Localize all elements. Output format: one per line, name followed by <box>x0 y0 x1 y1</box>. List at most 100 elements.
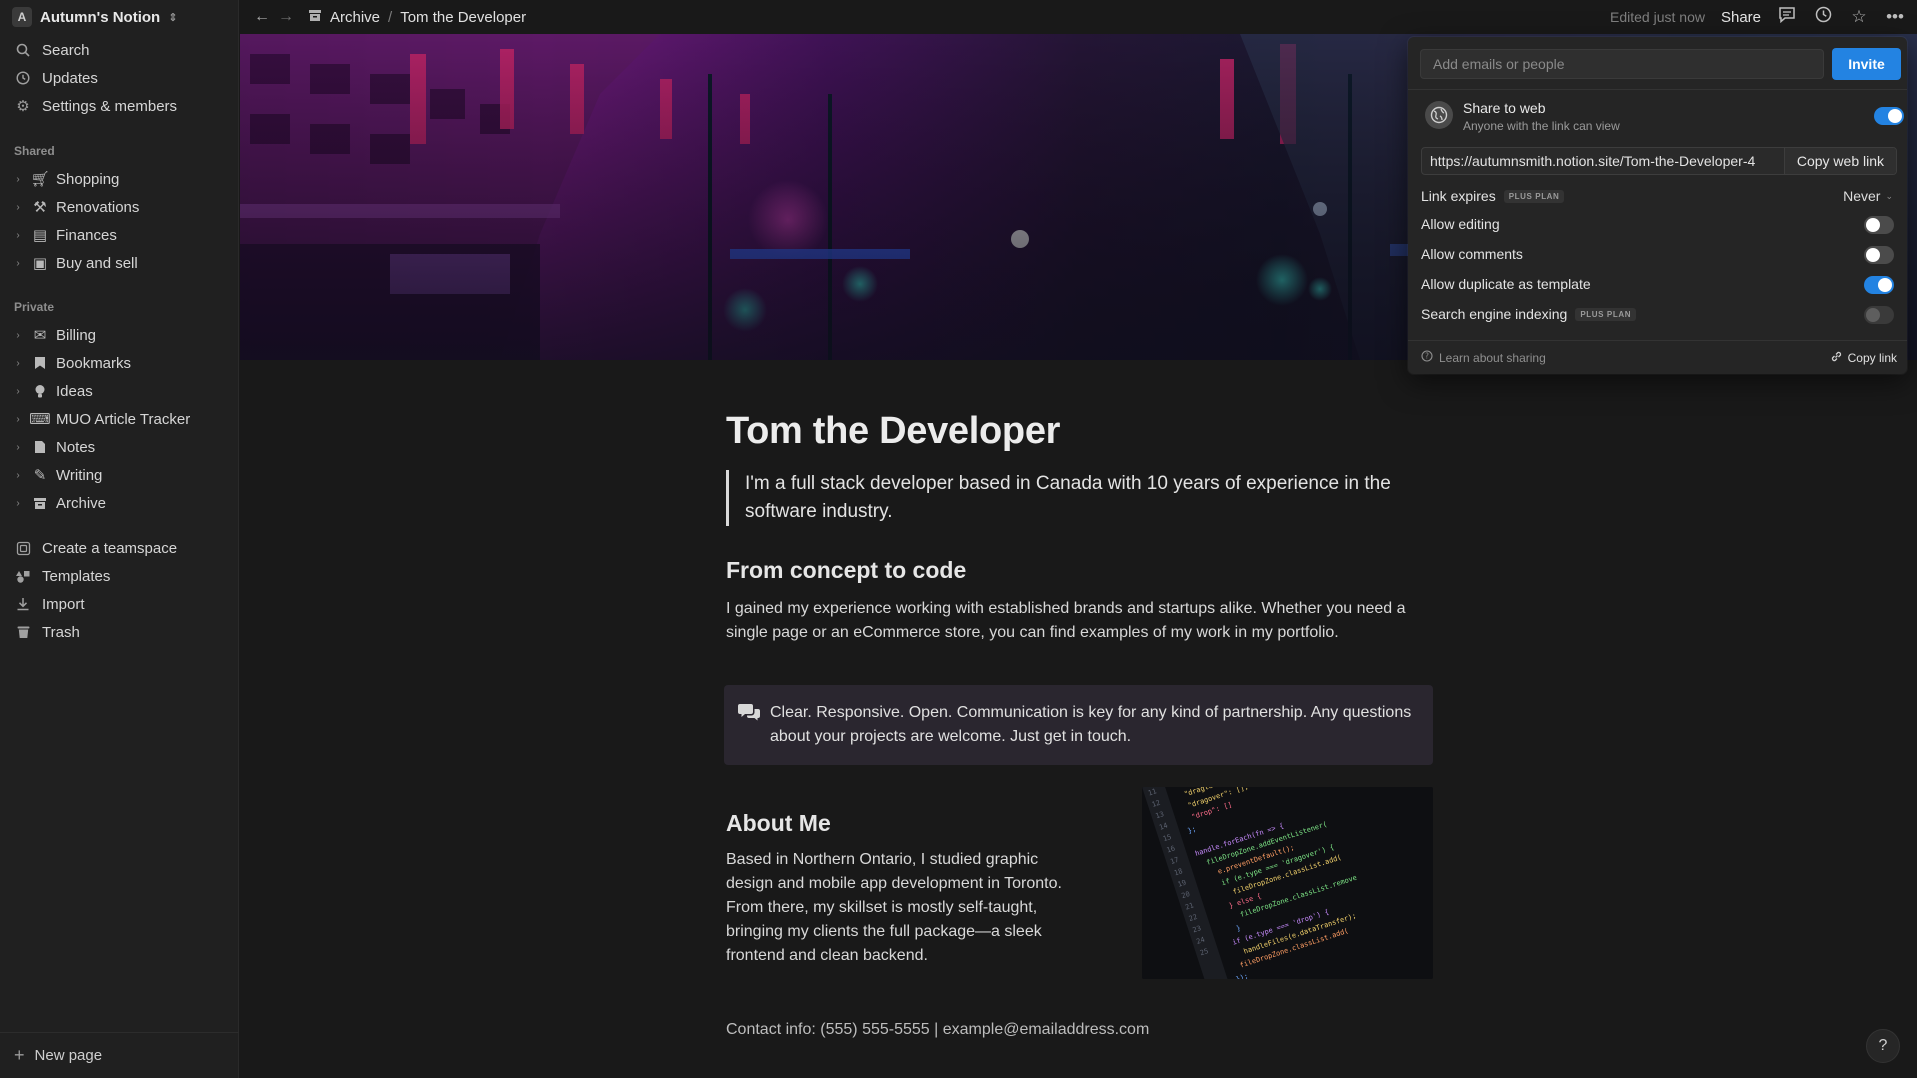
link-icon <box>1830 350 1843 366</box>
web-link-url[interactable]: https://autumnsmith.notion.site/Tom-the-… <box>1422 153 1784 169</box>
pencil-icon: ✎ <box>33 467 47 484</box>
contact-info[interactable]: Contact info: (555) 555-5555 | example@e… <box>726 1021 1149 1039</box>
sidebar-item-label: Buy and sell <box>56 254 138 272</box>
chevron-right-icon[interactable]: › <box>12 470 24 481</box>
shapes-icon <box>14 567 32 585</box>
paragraph-experience[interactable]: I gained my experience working with esta… <box>726 597 1433 645</box>
heading-about-me[interactable]: About Me <box>726 810 831 837</box>
help-circle-icon: ? <box>1421 350 1433 365</box>
chevron-right-icon[interactable]: › <box>12 414 24 425</box>
sidebar-item-updates[interactable]: Updates <box>14 66 229 90</box>
star-icon[interactable]: ☆ <box>1849 7 1869 27</box>
learn-about-sharing-link[interactable]: ? Learn about sharing <box>1421 350 1546 365</box>
breadcrumb-separator: / <box>388 8 393 26</box>
option-label: Allow duplicate as template <box>1421 276 1591 292</box>
mail-icon: ✉ <box>33 327 47 344</box>
sidebar-page-archive[interactable]: › Archive <box>12 491 227 515</box>
sidebar-item-label: MUO Article Tracker <box>56 410 191 428</box>
allow-editing-toggle[interactable] <box>1864 216 1894 234</box>
bookmark-icon <box>30 354 50 372</box>
chevron-right-icon[interactable]: › <box>12 202 24 213</box>
share-popover: Invite Share to web Anyone with the link… <box>1408 37 1907 374</box>
sidebar-item-templates[interactable]: Templates <box>14 564 229 588</box>
notion-app: A Autumn's Notion ⇕ Search Updates ⚙ Set… <box>0 0 1917 1078</box>
code-screenshot-image[interactable]: 10111213 14151617 18192021 22232425 cons… <box>1142 787 1433 979</box>
sidebar-page-bookmarks[interactable]: › Bookmarks <box>12 351 227 375</box>
search-indexing-toggle[interactable] <box>1864 306 1894 324</box>
sidebar-page-muo-article-tracker[interactable]: › ⌨ MUO Article Tracker <box>12 407 227 431</box>
new-page-button[interactable]: + New page <box>0 1032 239 1078</box>
chevron-right-icon[interactable]: › <box>12 230 24 241</box>
plus-icon: + <box>14 1045 25 1065</box>
clock-icon <box>14 69 32 87</box>
chevron-right-icon[interactable]: › <box>12 386 24 397</box>
sidebar-item-import[interactable]: Import <box>14 592 229 616</box>
forward-arrow-icon[interactable]: → <box>278 8 294 26</box>
sidebar-page-buy-and-sell[interactable]: › ▣ Buy and sell <box>12 251 227 275</box>
chevron-right-icon[interactable]: › <box>12 498 24 509</box>
breadcrumb-item-current-page[interactable]: Tom the Developer <box>400 9 526 26</box>
chevron-right-icon[interactable]: › <box>12 174 24 185</box>
quote-block[interactable]: I'm a full stack developer based in Cana… <box>726 470 1433 526</box>
sidebar-page-notes[interactable]: › Notes <box>12 435 227 459</box>
sidebar-page-writing[interactable]: › ✎ Writing <box>12 463 227 487</box>
chevron-down-icon: ⌄ <box>1885 190 1893 201</box>
nav-arrows: ← → <box>254 8 294 26</box>
workspace-avatar: A <box>12 7 32 27</box>
option-label: Search engine indexing <box>1421 306 1568 322</box>
allow-duplicate-toggle[interactable] <box>1864 276 1894 294</box>
comment-icon[interactable] <box>1777 6 1797 28</box>
invite-input[interactable] <box>1420 49 1824 79</box>
chevron-right-icon[interactable]: › <box>12 258 24 269</box>
share-button[interactable]: Share <box>1721 9 1761 26</box>
cart-icon: 🛒︎ <box>30 171 50 188</box>
history-icon[interactable] <box>1813 6 1833 28</box>
heading-concept-to-code[interactable]: From concept to code <box>726 557 966 584</box>
more-icon[interactable]: ••• <box>1885 7 1905 27</box>
section-heading-private[interactable]: Private <box>14 300 54 314</box>
sidebar-item-settings[interactable]: ⚙ Settings & members <box>14 94 229 118</box>
link-expires-select[interactable]: Never ⌄ <box>1843 188 1893 204</box>
share-to-web-subtitle: Anyone with the link can view <box>1463 119 1620 133</box>
breadcrumb-item-archive[interactable]: Archive <box>330 9 380 26</box>
chevron-right-icon[interactable]: › <box>12 442 24 453</box>
copy-web-link-button[interactable]: Copy web link <box>1783 148 1896 174</box>
chevron-right-icon[interactable]: › <box>12 330 24 341</box>
allow-comments-toggle[interactable] <box>1864 246 1894 264</box>
sidebar-item-label: Shopping <box>56 170 120 188</box>
hammer-icon: ⚒ <box>33 199 47 216</box>
sidebar-item-trash[interactable]: Trash <box>14 620 229 644</box>
callout-block[interactable]: Clear. Responsive. Open. Communication i… <box>724 685 1433 765</box>
share-footer: ? Learn about sharing Copy link <box>1408 342 1907 374</box>
web-link-field[interactable]: https://autumnsmith.notion.site/Tom-the-… <box>1421 147 1897 175</box>
sidebar-item-label: Renovations <box>56 198 140 216</box>
sidebar-item-search[interactable]: Search <box>14 38 229 62</box>
link-expires-value: Never <box>1843 188 1881 204</box>
paragraph-about[interactable]: Based in Northern Ontario, I studied gra… <box>726 848 1076 968</box>
sidebar-page-billing[interactable]: › ✉ Billing <box>12 323 227 347</box>
option-row-allow-comments: Allow comments <box>1421 246 1523 262</box>
workspace-switcher[interactable]: A Autumn's Notion ⇕ <box>12 6 177 28</box>
cash-icon: ▣ <box>32 255 48 272</box>
sidebar-item-label: Trash <box>42 623 80 641</box>
sidebar-item-create-teamspace[interactable]: Create a teamspace <box>14 536 229 560</box>
sidebar-page-shopping[interactable]: › 🛒︎ Shopping <box>12 167 227 191</box>
sidebar-page-finances[interactable]: › ▤ Finances <box>12 223 227 247</box>
help-button[interactable]: ? <box>1866 1029 1900 1063</box>
sidebar-item-label: Templates <box>42 567 111 585</box>
lightbulb-icon <box>30 382 50 400</box>
sidebar-page-renovations[interactable]: › ⚒ Renovations <box>12 195 227 219</box>
edited-status: Edited just now <box>1610 9 1705 25</box>
chevron-right-icon[interactable]: › <box>12 358 24 369</box>
page-title[interactable]: Tom the Developer <box>726 410 1060 453</box>
topbar-actions: Edited just now Share ☆ ••• <box>1610 0 1905 34</box>
table-icon: ▤ <box>32 227 48 244</box>
section-heading-shared[interactable]: Shared <box>14 144 55 158</box>
sidebar: A Autumn's Notion ⇕ Search Updates ⚙ Set… <box>0 0 239 1078</box>
sidebar-page-ideas[interactable]: › Ideas <box>12 379 227 403</box>
svg-text:?: ? <box>1425 352 1429 361</box>
share-to-web-toggle[interactable] <box>1874 107 1904 125</box>
back-arrow-icon[interactable]: ← <box>254 8 270 26</box>
copy-link-button[interactable]: Copy link <box>1830 350 1897 366</box>
invite-button[interactable]: Invite <box>1832 48 1901 80</box>
